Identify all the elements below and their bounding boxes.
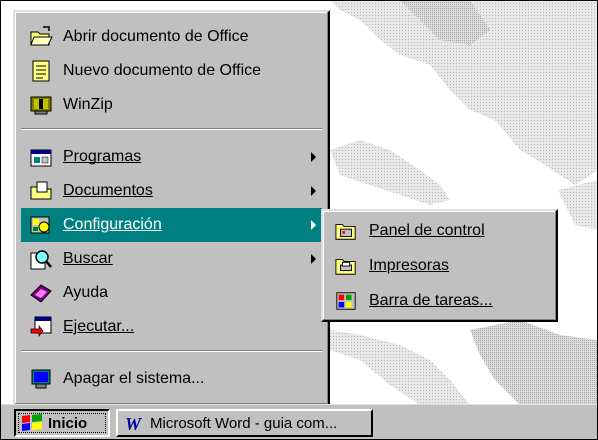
menu-label: Nuevo documento de Office [63, 62, 262, 79]
menu-item-help[interactable]: Ayuda [21, 276, 322, 310]
menu-item-settings[interactable]: Configuración [21, 208, 322, 242]
settings-icon [30, 216, 50, 234]
new-document-icon [32, 60, 50, 82]
help-icon [30, 284, 52, 303]
menu-item-open-office-document[interactable]: Abrir documento de Office [21, 20, 322, 54]
task-button-word[interactable]: W Microsoft Word - guia com... [116, 409, 373, 437]
submenu-arrow-icon [311, 254, 316, 264]
submenu-label: Panel de control [369, 222, 485, 239]
settings-submenu: Panel de control Impresoras Barra de tar… [321, 209, 558, 322]
submenu-item-printers[interactable]: Impresoras [327, 249, 552, 283]
submenu-arrow-icon [311, 220, 316, 230]
submenu-label: Impresoras [369, 257, 450, 274]
submenu-item-taskbar[interactable]: Barra de tareas... [327, 284, 552, 318]
menu-label: Apagar el sistema... [63, 370, 205, 387]
programs-icon [30, 149, 52, 167]
word-icon: W [125, 414, 143, 433]
start-button-label: Inicio [48, 414, 88, 432]
control-panel-folder-icon [335, 224, 356, 240]
taskbar-icon [336, 292, 356, 310]
find-icon [30, 250, 52, 270]
start-menu: Abrir documento de Office Nuevo document… [13, 10, 330, 406]
menu-label: Abrir documento de Office [63, 28, 249, 45]
taskbar: Inicio W Microsoft Word - guia com... [0, 404, 598, 440]
submenu-item-control-panel[interactable]: Panel de control [327, 214, 552, 248]
menu-label: Programas [63, 148, 142, 165]
submenu-arrow-icon [311, 152, 316, 162]
task-button-label: Microsoft Word - guia com... [150, 414, 338, 432]
menu-item-shutdown[interactable]: Apagar el sistema... [21, 362, 322, 396]
shutdown-icon [31, 369, 51, 389]
submenu-label: Barra de tareas... [369, 292, 493, 309]
menu-label: Configuración [63, 216, 162, 233]
menu-label: Ejecutar... [63, 318, 135, 335]
menu-label: Documentos [63, 182, 153, 199]
menu-item-programs[interactable]: Programas [21, 140, 322, 174]
menu-item-new-office-document[interactable]: Nuevo documento de Office [21, 54, 322, 88]
winzip-icon [30, 96, 52, 115]
menu-label: WinZip [63, 96, 113, 113]
menu-item-run[interactable]: Ejecutar... [21, 310, 322, 344]
menu-item-winzip[interactable]: WinZip [21, 88, 322, 122]
menu-label: Buscar [63, 250, 113, 267]
svg-text:W: W [125, 414, 143, 433]
menu-separator [21, 350, 322, 352]
printers-folder-icon [335, 259, 356, 275]
menu-label: Ayuda [63, 284, 109, 301]
open-folder-icon [30, 26, 53, 46]
run-icon [30, 316, 52, 337]
start-button[interactable]: Inicio [14, 409, 110, 437]
windows-logo-icon [22, 414, 42, 431]
submenu-arrow-icon [311, 186, 316, 196]
menu-item-find[interactable]: Buscar [21, 242, 322, 276]
menu-item-documents[interactable]: Documentos [21, 174, 322, 208]
documents-icon [30, 181, 52, 200]
menu-separator [21, 128, 322, 130]
